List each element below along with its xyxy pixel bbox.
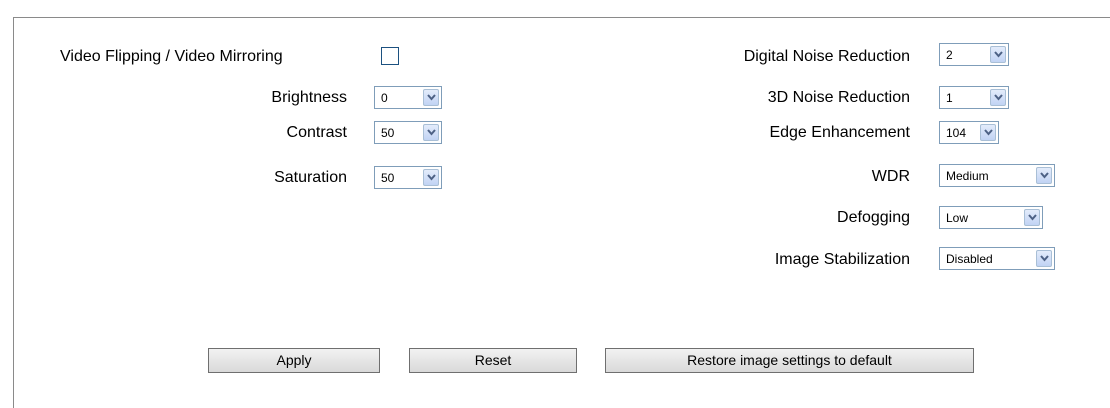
chevron-down-icon[interactable] xyxy=(1036,167,1052,184)
wdr-value: Medium xyxy=(946,169,989,183)
saturation-select[interactable]: 50 xyxy=(374,166,442,189)
defogging-value: Low xyxy=(946,211,969,225)
digital-noise-reduction-value: 2 xyxy=(946,48,953,62)
3d-noise-reduction-select[interactable]: 1 xyxy=(939,86,1009,109)
brightness-select[interactable]: 0 xyxy=(374,86,442,109)
apply-button[interactable]: Apply xyxy=(208,348,380,373)
chevron-down-icon[interactable] xyxy=(423,124,439,141)
digital-noise-reduction-label: Digital Noise Reduction xyxy=(743,48,910,65)
video-flipping-checkbox[interactable] xyxy=(381,47,399,65)
edge-enhancement-select[interactable]: 104 xyxy=(939,121,999,144)
saturation-value: 50 xyxy=(381,171,395,185)
brightness-value: 0 xyxy=(381,91,388,105)
contrast-value: 50 xyxy=(381,126,395,140)
contrast-select[interactable]: 50 xyxy=(374,121,442,144)
image-stabilization-value: Disabled xyxy=(946,252,993,266)
edge-enhancement-value: 104 xyxy=(946,126,967,140)
restore-defaults-button[interactable]: Restore image settings to default xyxy=(605,348,974,373)
chevron-down-icon[interactable] xyxy=(990,46,1006,63)
brightness-label: Brightness xyxy=(271,89,347,106)
defogging-label: Defogging xyxy=(837,209,910,226)
chevron-down-icon[interactable] xyxy=(423,89,439,106)
wdr-label: WDR xyxy=(871,168,910,185)
chevron-down-icon[interactable] xyxy=(1024,209,1040,226)
contrast-label: Contrast xyxy=(286,124,347,141)
chevron-down-icon[interactable] xyxy=(1036,250,1052,267)
image-stabilization-label: Image Stabilization xyxy=(774,251,910,268)
edge-enhancement-label: Edge Enhancement xyxy=(769,124,910,141)
wdr-select[interactable]: Medium xyxy=(939,164,1055,187)
chevron-down-icon[interactable] xyxy=(990,89,1006,106)
digital-noise-reduction-select[interactable]: 2 xyxy=(939,43,1009,66)
chevron-down-icon[interactable] xyxy=(423,169,439,186)
chevron-down-icon[interactable] xyxy=(980,124,996,141)
image-stabilization-select[interactable]: Disabled xyxy=(939,247,1055,270)
reset-button[interactable]: Reset xyxy=(409,348,577,373)
saturation-label: Saturation xyxy=(274,169,347,186)
defogging-select[interactable]: Low xyxy=(939,206,1043,229)
3d-noise-reduction-label: 3D Noise Reduction xyxy=(767,89,910,106)
3d-noise-reduction-value: 1 xyxy=(946,91,953,105)
video-flipping-label: Video Flipping / Video Mirroring xyxy=(60,48,283,65)
